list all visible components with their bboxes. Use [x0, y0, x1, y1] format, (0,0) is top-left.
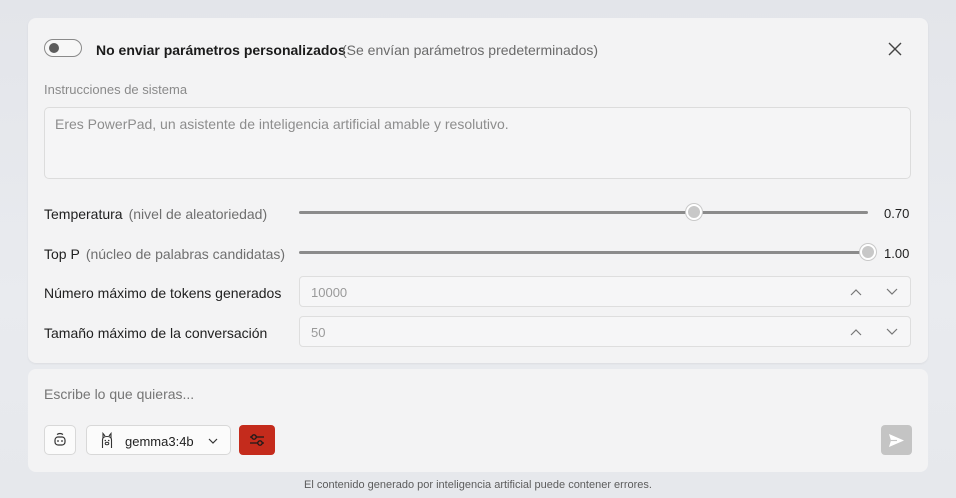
- max-tokens-input[interactable]: 10000: [299, 276, 911, 307]
- llama-icon: [101, 432, 113, 448]
- temperature-slider[interactable]: [299, 202, 868, 222]
- chat-input[interactable]: [44, 386, 864, 402]
- chevron-down-icon: [886, 288, 898, 295]
- chat-composer: gemma3:4b: [28, 369, 928, 472]
- max-context-label: Tamaño máximo de la conversación: [44, 325, 268, 341]
- system-instructions-input[interactable]: Eres PowerPad, un asistente de inteligen…: [44, 107, 911, 179]
- params-subtitle: (Se envían parámetros predeterminados): [342, 42, 599, 58]
- model-selector[interactable]: gemma3:4b: [86, 425, 231, 455]
- max-tokens-label: Número máximo de tokens generados: [44, 285, 282, 301]
- max-context-placeholder: 50: [311, 325, 326, 340]
- temperature-hint: (nivel de aleatoriedad): [128, 206, 268, 222]
- system-instructions-label: Instrucciones de sistema: [44, 82, 188, 97]
- max-context-decrement[interactable]: [883, 323, 901, 341]
- chevron-down-icon: [886, 328, 898, 335]
- top-p-hint: (núcleo de palabras candidatas): [85, 246, 286, 262]
- top-p-value: 1.00: [884, 246, 910, 261]
- parameters-button[interactable]: [239, 425, 275, 455]
- robot-icon: [54, 432, 66, 446]
- params-title: No enviar parámetros personalizados: [96, 42, 346, 58]
- max-tokens-placeholder: 10000: [311, 285, 348, 300]
- temperature-thumb[interactable]: [685, 204, 702, 220]
- top-p-track: [299, 251, 868, 254]
- ai-disclaimer: El contenido generado por inteligencia a…: [304, 479, 652, 491]
- temperature-label: Temperatura: [44, 206, 123, 222]
- max-tokens-decrement[interactable]: [883, 283, 901, 301]
- agent-button[interactable]: [44, 425, 76, 455]
- toggle-knob: [49, 43, 59, 53]
- chevron-down-icon: [208, 438, 218, 444]
- top-p-thumb[interactable]: [860, 244, 876, 260]
- max-tokens-increment[interactable]: [847, 283, 865, 301]
- parameters-panel: No enviar parámetros personalizados (Se …: [28, 18, 928, 363]
- send-icon: [889, 433, 904, 447]
- custom-params-toggle[interactable]: [44, 39, 82, 57]
- close-icon: [888, 42, 902, 56]
- close-button[interactable]: [884, 38, 906, 60]
- top-p-slider[interactable]: [299, 242, 876, 262]
- chevron-up-icon: [850, 289, 862, 296]
- chevron-up-icon: [850, 329, 862, 336]
- max-context-increment[interactable]: [847, 323, 865, 341]
- temperature-label-row: Temperatura (nivel de aleatoriedad): [44, 206, 267, 222]
- top-p-label: Top P: [44, 246, 80, 262]
- temperature-value: 0.70: [884, 206, 910, 221]
- top-p-label-row: Top P (núcleo de palabras candidatas): [44, 246, 285, 262]
- temperature-track: [299, 211, 868, 214]
- sliders-icon: [250, 434, 264, 446]
- max-context-input[interactable]: 50: [299, 316, 911, 347]
- send-button[interactable]: [881, 425, 912, 455]
- model-name: gemma3:4b: [125, 434, 194, 449]
